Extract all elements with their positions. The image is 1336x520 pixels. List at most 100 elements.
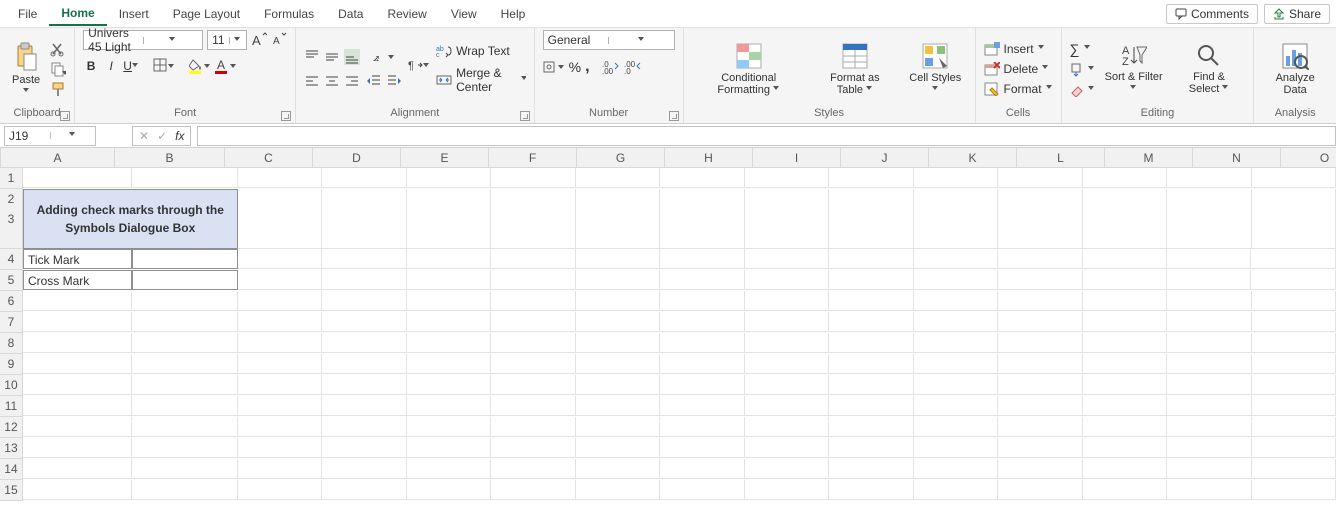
cell[interactable] xyxy=(1083,312,1167,332)
cell[interactable] xyxy=(1252,417,1336,437)
cell[interactable] xyxy=(660,168,744,188)
cell[interactable] xyxy=(745,333,829,353)
cell[interactable]: Tick Mark xyxy=(23,249,132,269)
column-header[interactable]: B xyxy=(115,148,225,168)
row-header[interactable]: 8 xyxy=(0,333,23,354)
cell[interactable] xyxy=(238,168,322,188)
cell[interactable] xyxy=(238,291,322,311)
underline-icon[interactable]: U xyxy=(123,59,139,73)
cell[interactable] xyxy=(1083,168,1167,188)
cell[interactable] xyxy=(914,354,998,374)
cell[interactable] xyxy=(1167,354,1251,374)
cell[interactable] xyxy=(1251,270,1335,290)
cell[interactable] xyxy=(132,333,238,353)
cell[interactable] xyxy=(1252,375,1336,395)
row-header[interactable]: 1 xyxy=(0,168,23,189)
cell[interactable] xyxy=(1252,459,1336,479)
cell[interactable] xyxy=(745,438,829,458)
tab-insert[interactable]: Insert xyxy=(107,3,161,25)
cell[interactable] xyxy=(576,249,660,269)
row-header[interactable]: 5 xyxy=(0,270,23,291)
cell[interactable] xyxy=(829,270,913,290)
column-header[interactable]: I xyxy=(753,148,841,168)
cell[interactable] xyxy=(1167,480,1251,500)
cell[interactable] xyxy=(1083,375,1167,395)
borders-icon[interactable] xyxy=(153,58,175,74)
sort-filter-button[interactable]: AZ Sort & Filter xyxy=(1101,41,1167,97)
row-header[interactable]: 13 xyxy=(0,438,23,459)
cell[interactable] xyxy=(23,417,132,437)
font-dialog-launcher[interactable] xyxy=(281,111,291,121)
cell[interactable] xyxy=(745,417,829,437)
cell[interactable] xyxy=(660,249,744,269)
fill-button[interactable] xyxy=(1070,63,1095,77)
cell[interactable] xyxy=(1167,168,1251,188)
cell[interactable] xyxy=(491,459,575,479)
cell[interactable] xyxy=(491,333,575,353)
formula-input[interactable] xyxy=(197,126,1336,146)
cell[interactable] xyxy=(576,168,660,188)
cell[interactable] xyxy=(407,189,492,249)
cell[interactable] xyxy=(238,270,322,290)
cell[interactable] xyxy=(660,270,744,290)
cell[interactable] xyxy=(322,459,406,479)
cell[interactable] xyxy=(1083,396,1167,416)
cell[interactable] xyxy=(407,417,491,437)
cell[interactable] xyxy=(1252,333,1336,353)
cell[interactable] xyxy=(407,312,491,332)
tab-file[interactable]: File xyxy=(6,3,49,25)
column-header[interactable]: M xyxy=(1105,148,1193,168)
cell[interactable] xyxy=(491,417,575,437)
tab-data[interactable]: Data xyxy=(326,3,375,25)
tab-home[interactable]: Home xyxy=(49,2,106,26)
cell[interactable] xyxy=(1083,291,1167,311)
cell[interactable] xyxy=(660,438,744,458)
column-header[interactable]: J xyxy=(841,148,929,168)
cell[interactable] xyxy=(23,291,132,311)
cell[interactable] xyxy=(576,270,660,290)
row-header[interactable]: 4 xyxy=(0,249,23,270)
cell[interactable] xyxy=(745,354,829,374)
cell[interactable] xyxy=(998,270,1082,290)
cell[interactable] xyxy=(576,354,660,374)
italic-icon[interactable]: I xyxy=(103,59,119,73)
find-select-button[interactable]: Find & Select xyxy=(1173,41,1246,97)
select-all-corner[interactable] xyxy=(0,148,1,168)
cell[interactable] xyxy=(660,480,744,500)
cell[interactable] xyxy=(238,312,322,332)
cell[interactable] xyxy=(238,249,322,269)
cell[interactable] xyxy=(914,168,998,188)
rtl-icon[interactable]: ¶ xyxy=(408,57,430,73)
cell[interactable] xyxy=(998,438,1082,458)
insert-cells-button[interactable]: Insert xyxy=(984,42,1045,56)
delete-cells-button[interactable]: Delete xyxy=(984,62,1050,76)
row-header[interactable]: 9 xyxy=(0,354,23,375)
cell[interactable] xyxy=(914,375,998,395)
cell[interactable] xyxy=(576,396,660,416)
font-color-icon[interactable]: A xyxy=(215,58,237,74)
cell[interactable] xyxy=(322,438,406,458)
decrease-decimal-icon[interactable]: .00.0 xyxy=(624,59,642,75)
cell[interactable] xyxy=(1167,249,1251,269)
column-header[interactable]: E xyxy=(401,148,489,168)
cell[interactable] xyxy=(1167,291,1251,311)
cell[interactable] xyxy=(132,291,238,311)
cell[interactable] xyxy=(407,396,491,416)
cell[interactable] xyxy=(491,438,575,458)
percent-icon[interactable]: % xyxy=(569,59,581,75)
cell[interactable] xyxy=(407,375,491,395)
cut-icon[interactable] xyxy=(50,41,66,57)
align-right-icon[interactable] xyxy=(344,73,360,89)
cell[interactable] xyxy=(914,333,998,353)
cell[interactable] xyxy=(660,312,744,332)
cell[interactable] xyxy=(132,312,238,332)
wrap-text-button[interactable]: abc Wrap Text xyxy=(436,44,510,58)
cell[interactable] xyxy=(914,480,998,500)
cell[interactable] xyxy=(322,375,406,395)
cell[interactable] xyxy=(23,168,132,188)
cell[interactable] xyxy=(407,333,491,353)
cell[interactable] xyxy=(1251,249,1335,269)
cell[interactable] xyxy=(914,312,998,332)
cell[interactable] xyxy=(322,333,406,353)
cell[interactable] xyxy=(491,249,575,269)
